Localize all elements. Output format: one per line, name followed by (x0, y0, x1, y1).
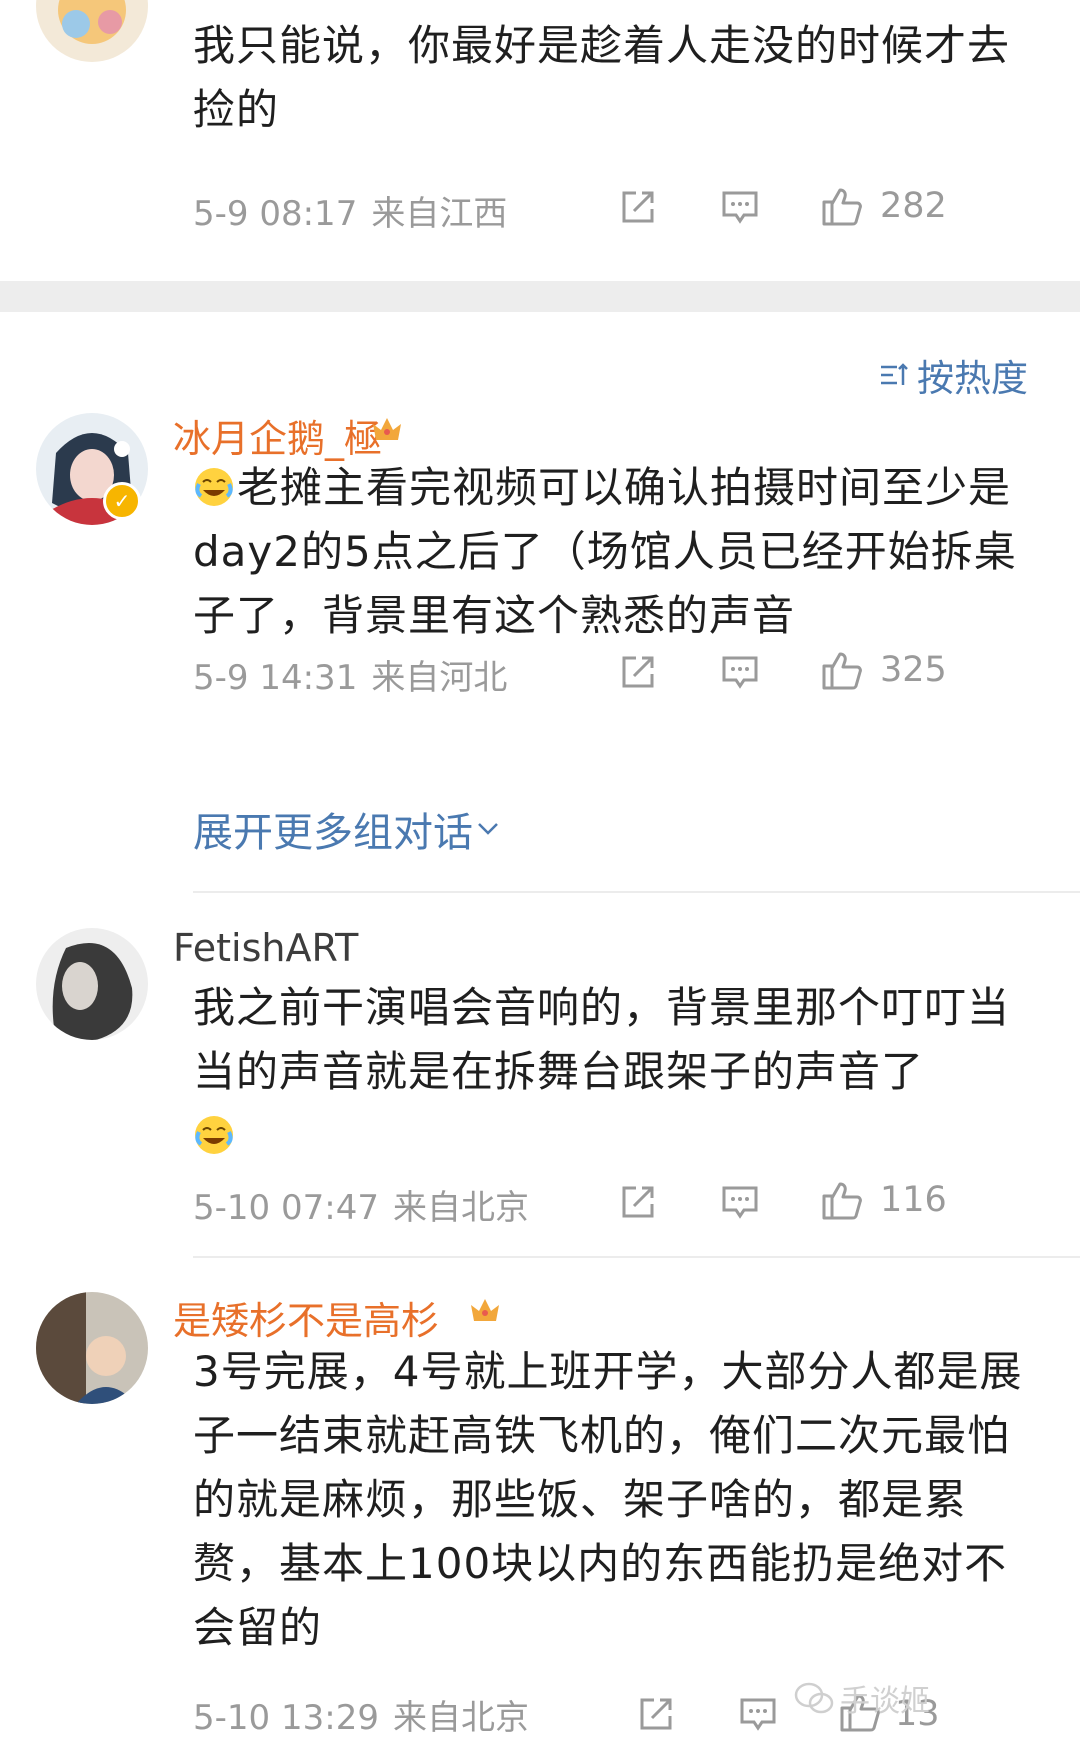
comment-date: 5-9 14:31 (193, 658, 358, 698)
comment-meta: 5-10 07:47 来自北京 (193, 1180, 543, 1229)
avatar[interactable] (36, 1292, 148, 1404)
comment-date: 5-10 07:47 (193, 1188, 379, 1228)
comment-text: 我只能说，你最好是趁着人走没的时候才去捡的 (193, 21, 1011, 134)
expand-conversation-link[interactable]: 展开更多组对话 (193, 800, 503, 858)
like-icon[interactable] (820, 184, 864, 228)
comment-location: 来自北京 (392, 1698, 529, 1738)
comment-date: 5-10 13:29 (193, 1698, 379, 1738)
username[interactable]: 冰月企鹅_極 (173, 408, 382, 463)
comment-location: 来自河北 (371, 658, 508, 698)
share-icon[interactable] (618, 652, 658, 692)
username[interactable]: FetishART (173, 926, 358, 970)
username[interactable]: 是矮杉不是高杉 (173, 1290, 439, 1345)
vip-crown-icon (370, 412, 404, 450)
avatar[interactable] (36, 0, 148, 62)
avatar[interactable] (36, 928, 148, 1040)
watermark-text: 手谈姬 (840, 1684, 930, 1719)
comment-location: 来自江西 (371, 194, 508, 234)
sort-by-hot-button[interactable]: 按热度 (879, 348, 1028, 402)
share-icon[interactable] (618, 187, 658, 227)
chevron-down-icon (478, 823, 498, 835)
verified-badge-icon: ✓ (103, 482, 141, 520)
comment-icon[interactable] (720, 652, 760, 692)
like-icon[interactable] (820, 648, 864, 692)
comment-text: 3号完展，4号就上班开学，大部分人都是展子一结束就赶高铁飞机的，俺们二次元最怕的… (193, 1347, 1023, 1652)
sort-icon (881, 363, 908, 385)
share-icon[interactable] (618, 1182, 658, 1222)
comment-location: 来自北京 (392, 1188, 529, 1228)
comment-icon[interactable] (720, 1182, 760, 1222)
watermark: 手谈姬 (794, 1676, 930, 1720)
like-count: 325 (880, 650, 947, 690)
laugh-cry-emoji-icon (193, 1110, 235, 1154)
comment-date: 5-9 08:17 (193, 194, 358, 234)
sort-label: 按热度 (917, 357, 1028, 400)
section-divider (0, 281, 1080, 312)
comment-meta: 5-9 14:31 来自河北 (193, 650, 521, 699)
vip-crown-icon (468, 1293, 502, 1331)
share-icon[interactable] (636, 1694, 676, 1734)
comment-text: 老摊主看完视频可以确认拍摄时间至少是day2的5点之后了（场馆人员已经开始拆桌子… (193, 462, 1017, 640)
comment-icon[interactable] (738, 1694, 778, 1734)
like-icon[interactable] (820, 1178, 864, 1222)
comment-text: 我之前干演唱会音响的，背景里那个叮叮当当的声音就是在拆舞台跟架子的声音了 (193, 976, 1043, 1168)
comment-meta: 5-9 08:17 来自江西 (193, 186, 521, 235)
laugh-cry-emoji-icon (193, 462, 235, 506)
expand-label: 展开更多组对话 (193, 810, 473, 856)
wechat-icon (794, 1682, 834, 1714)
comment-divider (193, 1256, 1080, 1258)
like-count: 282 (880, 186, 947, 226)
like-count: 116 (880, 1180, 947, 1220)
comment-meta: 5-10 13:29 来自北京 (193, 1690, 543, 1739)
comment-icon[interactable] (720, 187, 760, 227)
comment-divider (193, 891, 1080, 893)
